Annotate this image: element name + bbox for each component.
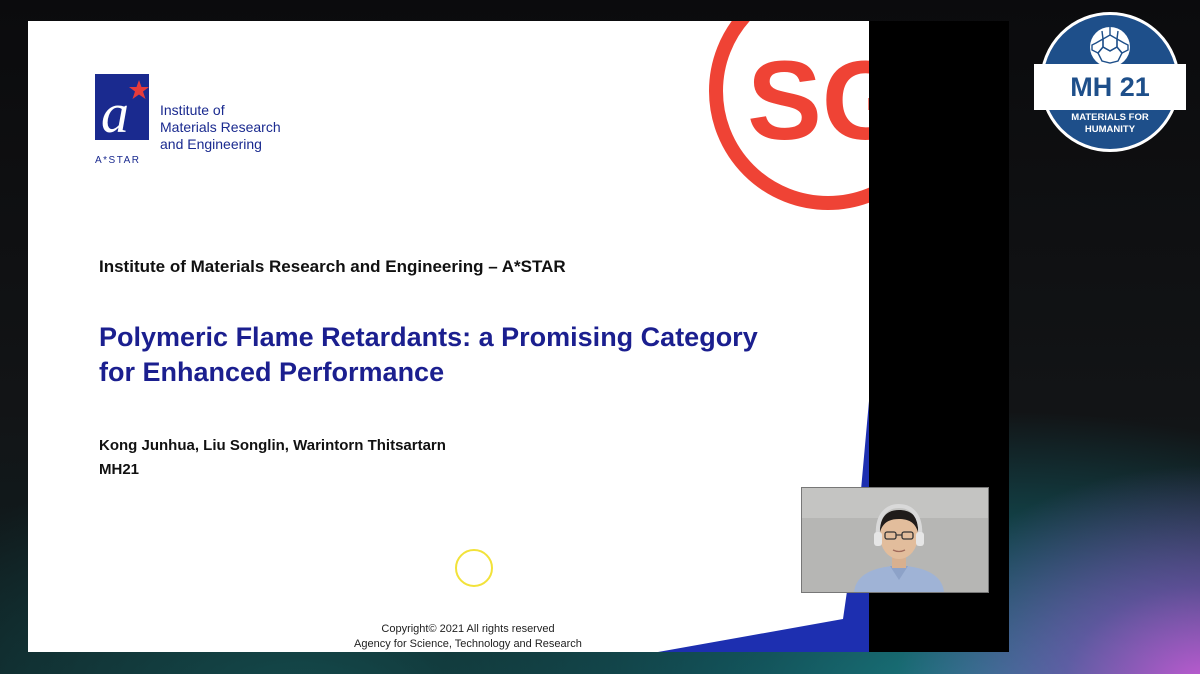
geodesic-sphere-icon [1090,27,1130,67]
svg-text:a: a [101,83,129,140]
authors-list: Kong Junhua, Liu Songlin, Warintorn Thit… [99,437,446,454]
institute-name: Institute of Materials Research and Engi… [160,102,281,153]
institute-line: Institute of [160,102,225,118]
institute-line: Materials Research [160,119,281,135]
presenter-figure [802,488,988,592]
astar-logo-mark: a [95,74,149,145]
slide-title: Polymeric Flame Retardants: a Promising … [99,320,839,390]
mh21-badge: MH 21 MATERIALS FOR HUMANITY [1034,12,1186,158]
star-icon [129,80,149,99]
video-stage: SG a A*STAR Institute of Materials Resea… [0,0,1200,674]
sg-logo-text: SG [747,38,869,163]
copyright-line: Copyright© 2021 All rights reserved [381,623,555,635]
title-line: for Enhanced Performance [99,357,445,387]
badge-title: MH 21 [1034,64,1186,110]
copyright-line: Agency for Science, Technology and Resea… [354,638,582,650]
slide-header: Institute of Materials Research and Engi… [99,257,566,276]
badge-subtitle-line: HUMANITY [1084,124,1136,135]
badge-subtitle-line: MATERIALS FOR [1071,112,1149,123]
astar-caption: A*STAR [95,155,141,166]
cursor-highlight-icon [455,549,493,587]
badge-subtitle: MATERIALS FOR HUMANITY [1050,112,1170,136]
title-line: Polymeric Flame Retardants: a Promising … [99,322,758,352]
institute-line: and Engineering [160,136,262,152]
copyright-notice: Copyright© 2021 All rights reserved Agen… [298,622,638,652]
event-name: MH21 [99,461,140,478]
astar-logo: a A*STAR [95,74,149,166]
presenter-webcam [801,487,989,593]
presentation-slide: SG a A*STAR Institute of Materials Resea… [28,21,869,652]
authors-block: Kong Junhua, Liu Songlin, Warintorn Thit… [99,434,446,482]
sg-logo: SG [709,21,869,210]
